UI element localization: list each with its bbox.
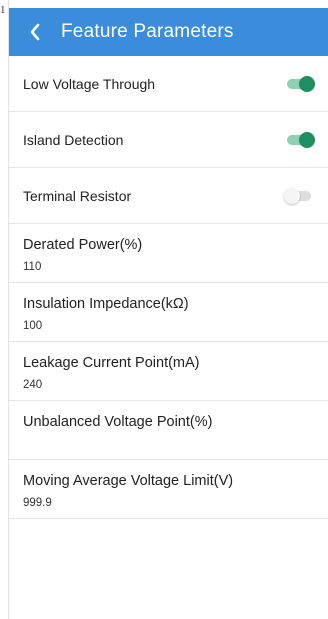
setting-row-derated-power[interactable]: Derated Power(%) 110 bbox=[9, 224, 328, 283]
toggle-label: Terminal Resistor bbox=[23, 187, 132, 204]
setting-label: Unbalanced Voltage Point(%) bbox=[23, 414, 213, 430]
setting-value: 240 bbox=[23, 379, 43, 391]
setting-label: Leakage Current Point(mA) bbox=[23, 355, 200, 371]
setting-row-insulation-impedance[interactable]: Insulation Impedance(kΩ) 100 bbox=[9, 283, 328, 342]
setting-value: 999.9 bbox=[23, 497, 52, 509]
toggle-row-low-voltage-through: Low Voltage Through bbox=[9, 56, 328, 112]
toggle-knob bbox=[299, 131, 315, 148]
toggle-label: Low Voltage Through bbox=[23, 75, 156, 92]
app-header: Feature Parameters bbox=[9, 8, 328, 56]
toggle-row-terminal-resistor: Terminal Resistor bbox=[9, 168, 328, 224]
setting-label: Derated Power(%) bbox=[23, 237, 143, 253]
toggle-knob bbox=[284, 187, 300, 204]
terminal-resistor-toggle[interactable] bbox=[284, 187, 311, 204]
back-button[interactable] bbox=[9, 8, 61, 56]
setting-row-leakage-current-point[interactable]: Leakage Current Point(mA) 240 bbox=[9, 342, 328, 401]
setting-value: 110 bbox=[23, 261, 42, 273]
island-detection-toggle[interactable] bbox=[287, 131, 315, 148]
chevron-left-icon bbox=[30, 23, 40, 41]
toggle-label: Island Detection bbox=[23, 131, 124, 148]
toggle-knob bbox=[299, 75, 315, 92]
parameter-list: Low Voltage Through Island Detection Ter… bbox=[9, 56, 328, 519]
toggle-row-island-detection: Island Detection bbox=[9, 112, 328, 168]
page-title: Feature Parameters bbox=[61, 21, 234, 42]
setting-value: 100 bbox=[23, 320, 43, 332]
setting-label: Insulation Impedance(kΩ) bbox=[23, 296, 189, 312]
stray-text: 1 bbox=[0, 4, 6, 16]
low-voltage-through-toggle[interactable] bbox=[287, 75, 315, 92]
setting-label: Moving Average Voltage Limit(V) bbox=[23, 473, 234, 489]
setting-row-moving-average-voltage-limit[interactable]: Moving Average Voltage Limit(V) 999.9 bbox=[9, 460, 328, 519]
setting-row-unbalanced-voltage-point[interactable]: Unbalanced Voltage Point(%) bbox=[9, 401, 328, 460]
phone-screen: Feature Parameters Low Voltage Through I… bbox=[8, 0, 328, 619]
